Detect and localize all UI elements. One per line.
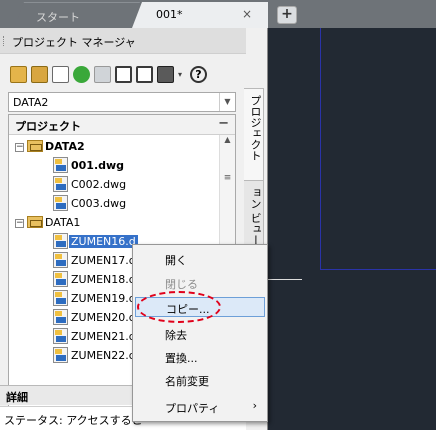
dwg-file-icon [53, 271, 68, 287]
tab-view-label: ョン ビュー [249, 187, 262, 246]
collapse-icon[interactable]: − [15, 143, 24, 152]
project-combo-value: DATA2 [13, 96, 49, 109]
close-icon[interactable]: × [242, 7, 252, 21]
tree-file-label: ZUMEN22.d [71, 349, 136, 362]
dwg-file-icon [53, 195, 68, 211]
tree-file-label: C002.dwg [71, 178, 127, 191]
edit-icon[interactable] [94, 66, 111, 83]
tree-header[interactable]: プロジェクト − [9, 115, 235, 135]
scroll-thumb[interactable]: ≡ [223, 173, 232, 184]
dwg-file-icon [53, 347, 68, 363]
image-icon[interactable] [52, 66, 69, 83]
tree-file-label: C003.dwg [71, 197, 127, 210]
menu-item-label: 除去 [165, 329, 187, 342]
status-text: ステータス: アクセスすることができ [4, 414, 144, 427]
tree-folder-label: DATA2 [45, 140, 85, 153]
dwg-file-icon [53, 290, 68, 306]
print-icon[interactable] [157, 66, 174, 83]
dropdown-arrow-icon[interactable]: ▾ [178, 66, 186, 83]
tab-project-vertical[interactable]: プロジェクト [244, 88, 264, 184]
dwg-file-icon [53, 309, 68, 325]
add-tab-button[interactable]: + [277, 6, 297, 24]
folder-icon [27, 140, 43, 152]
document-tab-bar: スタート 001* × + [0, 0, 436, 28]
tab-start[interactable]: スタート [14, 2, 140, 28]
dwg-file-icon [53, 328, 68, 344]
menu-item-properties[interactable]: プロパティ › [135, 397, 265, 417]
tab-start-label: スタート [36, 11, 80, 24]
panel-title: プロジェクト マネージャ [12, 36, 136, 49]
menu-item-label: プロパティ [165, 402, 220, 415]
tree-file-label: 001.dwg [71, 159, 125, 172]
tree-file-label: ZUMEN16.d [69, 235, 138, 248]
tree-file-label: ZUMEN17.d [71, 254, 136, 267]
view-icon[interactable] [136, 66, 153, 83]
menu-item-close: 閉じる [135, 273, 265, 293]
menu-item-remove[interactable]: 除去 [135, 324, 265, 344]
annotation-ellipse [137, 291, 221, 323]
menu-item-label: 名前変更 [165, 375, 209, 388]
dwg-file-icon [53, 252, 68, 268]
menu-item-label: 開く [165, 254, 187, 267]
dwg-file-icon [53, 176, 68, 192]
frame-icon[interactable] [115, 66, 132, 83]
panel-title-bar[interactable]: プロジェクト マネージャ [0, 28, 246, 54]
tree-header-label: プロジェクト [15, 120, 81, 133]
scroll-up-icon[interactable]: ▲ [220, 135, 235, 149]
chevron-right-icon: › [252, 399, 257, 412]
tab-document-label: 001* [156, 8, 183, 21]
crosshair-cursor [268, 279, 302, 280]
tab-document[interactable]: 001* × [132, 2, 268, 28]
menu-item-label: 置換... [165, 352, 198, 365]
drawing-frame [320, 28, 436, 270]
menu-item-replace[interactable]: 置換... [135, 347, 265, 367]
drawing-canvas[interactable] [268, 28, 436, 430]
context-menu: 開く 閉じる コピー... 除去 置換... 名前変更 プロパティ › [132, 244, 268, 422]
help-icon[interactable]: ? [190, 66, 207, 83]
dwg-file-icon [53, 157, 68, 173]
collapse-icon[interactable]: − [218, 116, 229, 131]
tree-file-label: ZUMEN20.d [71, 311, 136, 324]
tree-file-label: ZUMEN21.d [71, 330, 136, 343]
project-combo[interactable]: DATA2 ▼ [8, 92, 236, 112]
tab-project-label: プロジェクト [249, 95, 262, 161]
tree-file-label: ZUMEN18.d [71, 273, 136, 286]
open-folder-icon[interactable] [10, 66, 27, 83]
folder-icon [27, 216, 43, 228]
tree-folder-label: DATA1 [45, 216, 81, 229]
refresh-icon[interactable] [73, 66, 90, 83]
menu-item-open[interactable]: 開く [135, 249, 265, 269]
panel-toolbar: ▾ ? [10, 66, 207, 86]
menu-item-label: 閉じる [165, 278, 198, 291]
new-project-icon[interactable] [31, 66, 48, 83]
collapse-icon[interactable]: − [15, 219, 24, 228]
dwg-file-icon [53, 233, 68, 249]
panel-grip-icon[interactable] [3, 36, 6, 46]
tree-file-label: ZUMEN19.d [71, 292, 136, 305]
menu-item-rename[interactable]: 名前変更 [135, 370, 265, 390]
chevron-down-icon[interactable]: ▼ [219, 93, 235, 111]
details-label: 詳細 [6, 391, 28, 404]
